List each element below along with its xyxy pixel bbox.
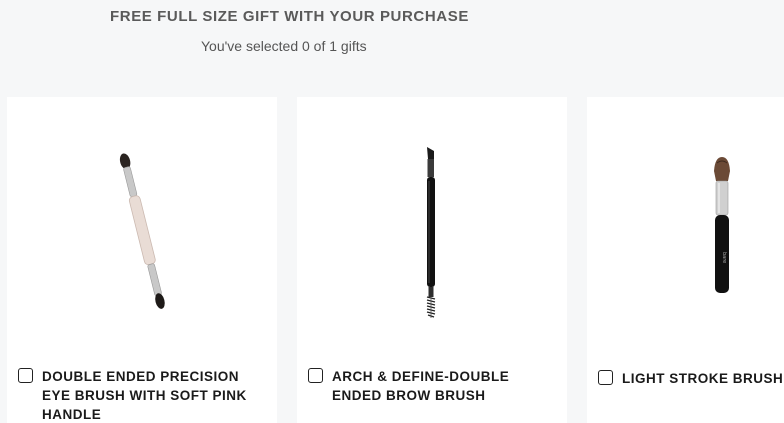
svg-text:bare: bare <box>721 252 727 263</box>
gift-checkbox[interactable] <box>18 368 33 383</box>
double-ended-pink-brush-icon <box>119 153 165 309</box>
gift-checkbox[interactable] <box>308 368 323 383</box>
gift-option[interactable]: DOUBLE ENDED PRECISION EYE BRUSH WITH SO… <box>18 367 262 423</box>
light-stroke-brush-icon: bare <box>714 157 730 293</box>
gift-card-arch-define-brow-brush[interactable]: ARCH & DEFINE-DOUBLE ENDED BROW BRUSH <box>297 97 567 423</box>
page-title: FREE FULL SIZE GIFT WITH YOUR PURCHASE <box>110 8 469 25</box>
gift-label[interactable]: ARCH & DEFINE-DOUBLE ENDED BROW BRUSH <box>332 367 552 405</box>
gift-label[interactable]: DOUBLE ENDED PRECISION EYE BRUSH WITH SO… <box>42 367 262 423</box>
gift-checkbox[interactable] <box>598 370 613 385</box>
gift-carousel: DOUBLE ENDED PRECISION EYE BRUSH WITH SO… <box>0 97 784 423</box>
gift-header: FREE FULL SIZE GIFT WITH YOUR PURCHASE Y… <box>0 0 784 97</box>
gift-option[interactable]: ARCH & DEFINE-DOUBLE ENDED BROW BRUSH <box>308 367 552 405</box>
gift-image[interactable]: bare <box>587 137 784 327</box>
selection-status: You've selected 0 of 1 gifts <box>201 38 367 54</box>
gift-label[interactable]: LIGHT STROKE BRUSH <box>622 369 784 388</box>
gift-card-light-stroke-brush[interactable]: bare LIGHT STROKE BRUSH <box>587 97 784 423</box>
gift-option[interactable]: LIGHT STROKE BRUSH <box>598 369 784 388</box>
gift-image[interactable] <box>7 137 277 327</box>
gift-image[interactable] <box>297 137 567 327</box>
double-ended-brow-brush-icon <box>426 147 436 318</box>
gift-card-double-ended-precision-eye-brush[interactable]: DOUBLE ENDED PRECISION EYE BRUSH WITH SO… <box>7 97 277 423</box>
